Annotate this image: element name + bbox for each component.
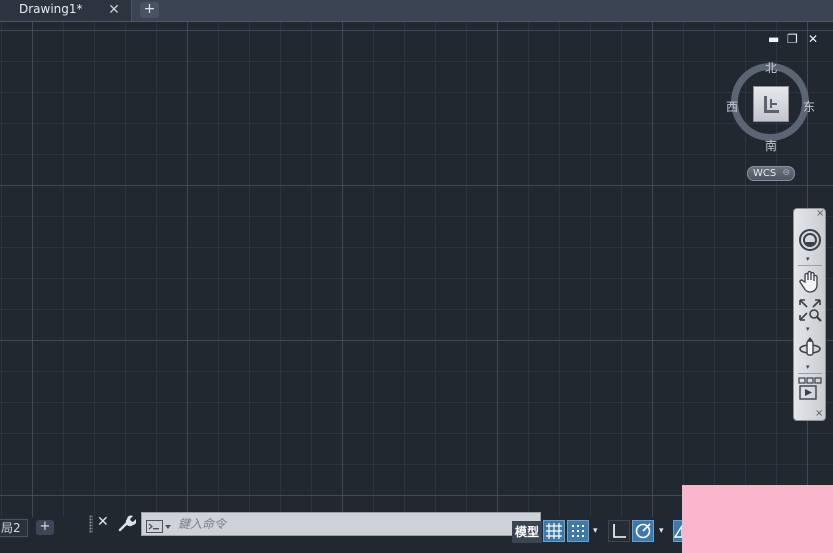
polar-dropdown-icon[interactable]: ▾ — [659, 526, 664, 536]
orbit-icon[interactable] — [797, 335, 823, 361]
wcs-label: WCS — [753, 168, 777, 179]
close-icon[interactable]: ✕ — [107, 0, 121, 20]
compass-north[interactable]: 北 — [765, 59, 777, 76]
drawing-canvas[interactable] — [0, 22, 833, 517]
command-line-grip[interactable] — [89, 515, 93, 533]
command-close-icon[interactable]: ✕ — [97, 514, 109, 530]
command-input[interactable] — [178, 515, 534, 533]
orbit-dropdown-icon[interactable]: ▾ — [806, 364, 810, 371]
navbar-options-icon[interactable]: × — [815, 408, 823, 419]
overlay-block — [682, 485, 833, 553]
restore-icon[interactable]: ❐ — [787, 33, 798, 45]
polar-icon[interactable] — [632, 520, 654, 542]
ortho-icon[interactable] — [608, 520, 630, 542]
compass-east[interactable]: 东 — [803, 98, 815, 115]
command-prompt-icon[interactable] — [146, 518, 172, 533]
compass-south[interactable]: 南 — [765, 137, 777, 154]
new-tab-button[interactable]: + — [140, 2, 159, 18]
add-layout-button[interactable]: + — [36, 520, 54, 535]
snap-icon[interactable] — [567, 520, 589, 542]
minimize-icon[interactable]: ▬ — [768, 33, 779, 45]
zoom-dropdown-icon[interactable]: ▾ — [806, 326, 810, 333]
compass-west[interactable]: 西 — [726, 98, 738, 115]
pan-icon[interactable] — [797, 268, 823, 294]
wcs-dropdown-icon: ⊖ — [782, 168, 790, 178]
navbar-divider — [798, 373, 822, 374]
navbar-close-icon[interactable]: × — [816, 208, 824, 219]
tab-drawing1[interactable]: Drawing1* ✕ — [0, 0, 132, 21]
grid-icon[interactable] — [543, 520, 565, 542]
snap-dropdown-icon[interactable]: ▾ — [593, 526, 598, 536]
command-line[interactable] — [141, 512, 541, 536]
navigation-bar: × ▾ ▾ ▾ × — [793, 208, 826, 421]
wcs-menu-button[interactable]: WCS ⊖ — [747, 166, 795, 181]
steeringwheel-icon[interactable] — [797, 227, 823, 253]
close-viewport-icon[interactable]: ✕ — [808, 33, 818, 45]
wrench-icon[interactable] — [118, 514, 137, 532]
tab-layout2[interactable]: 局2 — [0, 519, 28, 537]
viewcube-top-face[interactable] — [753, 86, 789, 122]
steeringwheel-dropdown-icon[interactable]: ▾ — [806, 256, 810, 263]
navbar-divider — [798, 265, 822, 266]
zoom-extents-icon[interactable] — [797, 297, 823, 323]
showmotion-icon[interactable] — [797, 377, 823, 403]
document-tab-bar: Drawing1* ✕ + — [0, 0, 833, 22]
cube-face-icon — [764, 96, 779, 113]
tab-label: Drawing1* — [19, 2, 83, 16]
model-space-button[interactable]: 模型 — [512, 521, 542, 543]
